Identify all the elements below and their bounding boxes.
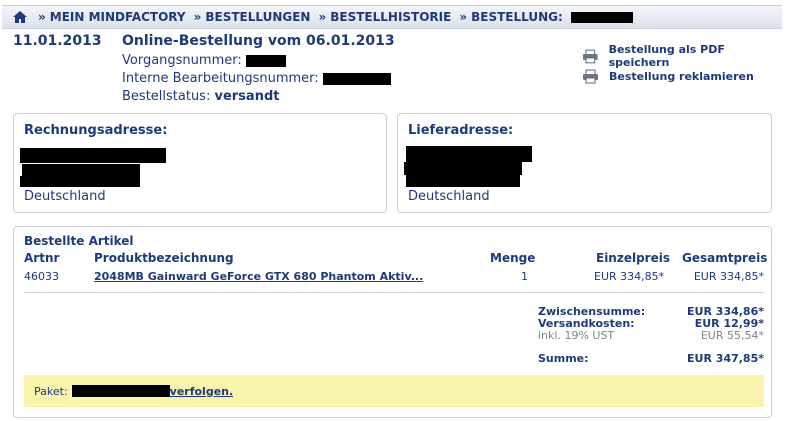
row-unit-price: EUR 334,85*: [594, 270, 665, 283]
redacted-billing-city: [20, 176, 140, 187]
column-header-description: Produktbezeichnung: [94, 251, 234, 265]
redacted-process-number: [245, 54, 286, 67]
order-title: Online-Bestellung vom 06.01.2013: [122, 33, 395, 49]
row-artnr: 46033: [24, 270, 59, 283]
status-value: versandt: [214, 89, 280, 104]
process-number-line: Vorgangsnummer:: [122, 53, 286, 68]
shipping-address-title: Lieferadresse:: [408, 123, 514, 138]
ordered-articles-box: Bestellte Artikel Artnr Produktbezeichnu…: [13, 226, 772, 418]
articles-title: Bestellte Artikel: [24, 234, 134, 248]
redacted-shipping-name: [406, 146, 532, 162]
tax-value: EUR 55,54*: [700, 329, 764, 342]
printer-icon: [583, 69, 598, 84]
package-label: Paket:: [34, 384, 68, 398]
breadcrumb: » MEIN MINDFACTORY » BESTELLUNGEN » BESTELL…: [2, 5, 782, 29]
row-total-price: EUR 334,85*: [693, 270, 764, 283]
billing-address-title: Rechnungsadresse:: [24, 123, 168, 138]
shipping-country: Deutschland: [408, 189, 490, 204]
redacted-tracking-number: [71, 385, 170, 397]
column-header-quantity: Menge: [490, 251, 536, 265]
breadcrumb-item-bestellhistorie[interactable]: » BESTELLHISTORIE: [318, 10, 451, 24]
redacted-order-number: [570, 12, 633, 23]
billing-country: Deutschland: [24, 189, 106, 204]
shipping-address-box: Lieferadresse: Deutschland: [397, 113, 772, 213]
redacted-shipping-street: [404, 162, 522, 175]
column-header-unit-price: Einzelpreis: [596, 251, 670, 265]
billing-address-box: Rechnungsadresse: Deutschland: [13, 113, 387, 213]
order-date: 11.01.2013: [13, 33, 102, 49]
column-header-total-price: Gesamtpreis: [682, 251, 768, 265]
internal-number-line: Interne Bearbeitungsnummer:: [122, 71, 391, 86]
breadcrumb-item-bestellung: » BESTELLUNG:: [459, 10, 633, 24]
tax-label: inkl. 19% UST: [538, 329, 615, 342]
redacted-shipping-city: [406, 175, 520, 187]
row-divider: [24, 292, 764, 293]
column-header-artnr: Artnr: [24, 251, 60, 265]
tracking-link[interactable]: verfolgen.: [170, 385, 234, 398]
status-line: Bestellstatus: versandt: [122, 89, 280, 104]
complain-button[interactable]: Bestellung reklamieren: [582, 69, 754, 84]
redacted-internal-number: [322, 72, 391, 85]
sum-label: Summe:: [538, 352, 589, 365]
breadcrumb-item-mein-mindfactory[interactable]: » MEIN MINDFACTORY: [38, 10, 186, 24]
sum-value: EUR 347,85*: [687, 352, 764, 365]
redacted-billing-name: [20, 148, 166, 163]
package-tracking-bar: Paket: verfolgen.: [24, 375, 764, 407]
save-pdf-button[interactable]: Bestellung als PDF speichern: [582, 43, 785, 69]
printer-icon: [582, 49, 598, 63]
product-link[interactable]: 2048MB Gainward GeForce GTX 680 Phantom …: [94, 270, 423, 283]
home-icon[interactable]: [12, 9, 28, 25]
row-quantity: 1: [521, 270, 528, 283]
breadcrumb-item-bestellungen[interactable]: » BESTELLUNGEN: [194, 10, 311, 24]
